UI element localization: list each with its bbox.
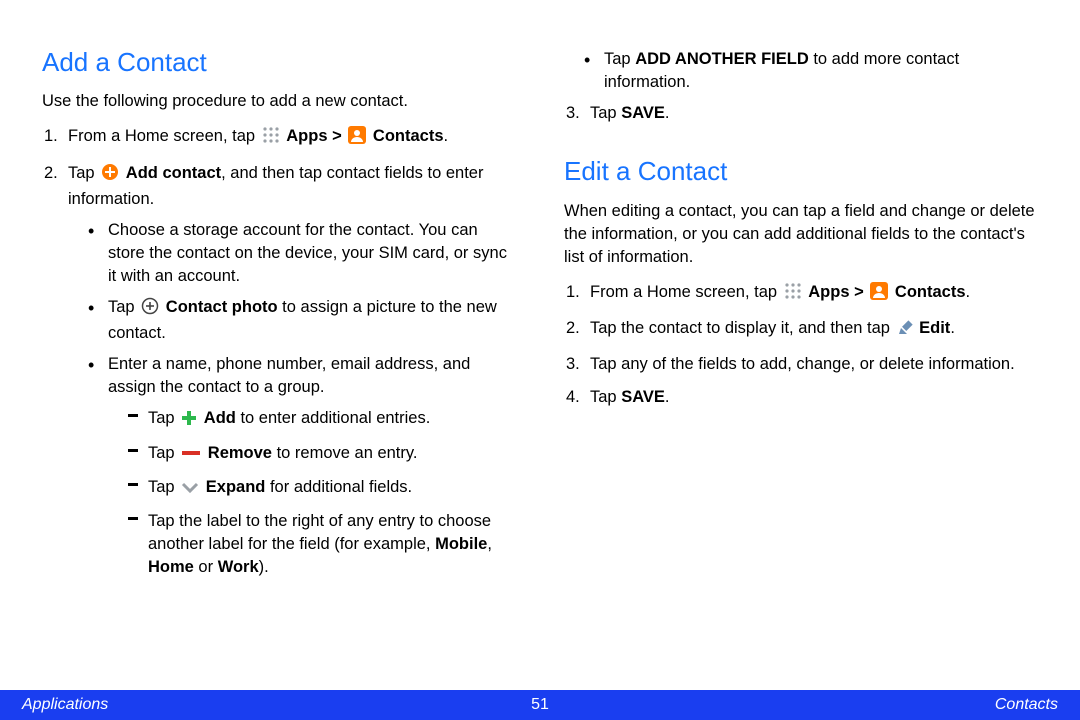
heading-edit-contact: Edit a Contact <box>564 153 1038 189</box>
page-number: 51 <box>531 696 549 714</box>
add-step-2: Tap Add contact, and then tap contact fi… <box>42 162 516 579</box>
text: Mobile <box>435 535 487 553</box>
apps-icon <box>262 126 280 151</box>
add-step-1: From a Home screen, tap Apps > Contacts. <box>42 125 516 151</box>
text: Tap the contact to display it, and then … <box>590 319 895 337</box>
edit-step-1: From a Home screen, tap Apps > Contacts. <box>564 281 1038 307</box>
dash-list: Tap Add to enter additional entries. Tap <box>108 407 516 579</box>
apps-label: Apps <box>808 283 849 301</box>
remove-label: Remove <box>208 444 272 462</box>
text: ). <box>259 558 269 576</box>
text: Tap <box>148 409 179 427</box>
text: Enter a name, phone number, email addres… <box>108 355 470 396</box>
add-steps: From a Home screen, tap Apps > Contacts.… <box>42 125 516 579</box>
plus-circle-orange-icon <box>101 163 119 188</box>
text: > <box>328 127 347 145</box>
text: . <box>966 283 971 301</box>
list-item: Tap ADD ANOTHER FIELD to add more contac… <box>584 48 1038 94</box>
list-item: Enter a name, phone number, email addres… <box>88 353 516 579</box>
edit-steps: From a Home screen, tap Apps > Contacts.… <box>564 281 1038 409</box>
page-footer: Applications 51 Contacts <box>0 690 1080 720</box>
text: From a Home screen, tap <box>68 127 260 145</box>
text: Tap <box>148 444 179 462</box>
save-label: SAVE <box>621 388 665 406</box>
left-column: Add a Contact Use the following procedur… <box>42 40 516 720</box>
text: From a Home screen, tap <box>590 283 782 301</box>
edit-label: Edit <box>919 319 950 337</box>
list-item: Tap Contact photo to assign a picture to… <box>88 296 516 345</box>
text: Tap <box>148 478 179 496</box>
apps-icon <box>784 282 802 307</box>
footer-right: Contacts <box>995 696 1058 714</box>
chevron-down-icon <box>181 479 199 502</box>
edit-step-4: Tap SAVE. <box>564 386 1038 409</box>
add-label: Add <box>204 409 236 427</box>
text: Tap any of the fields to add, change, or… <box>590 355 1015 373</box>
text: Tap <box>590 388 621 406</box>
expand-label: Expand <box>206 478 266 496</box>
add-contact-label: Add contact <box>126 164 221 182</box>
list-item: Choose a storage account for the contact… <box>88 219 516 288</box>
text: Tap <box>590 104 621 122</box>
text: Tap <box>604 50 635 68</box>
list-item: Tap Add to enter additional entries. <box>128 407 516 433</box>
contact-photo-label: Contact photo <box>166 298 278 316</box>
text: > <box>850 283 869 301</box>
plus-green-icon <box>181 410 197 433</box>
text: , <box>487 535 492 553</box>
contacts-icon <box>870 282 888 307</box>
text: Work <box>218 558 259 576</box>
list-item: Tap Expand for additional fields. <box>128 476 516 502</box>
add-step-3: Tap SAVE. <box>564 102 1038 125</box>
heading-add-contact: Add a Contact <box>42 44 516 80</box>
contacts-icon <box>348 126 366 151</box>
minus-red-icon <box>181 445 201 468</box>
continued-bullet: Tap ADD ANOTHER FIELD to add more contac… <box>564 48 1038 94</box>
contacts-label: Contacts <box>373 127 444 145</box>
list-item: Tap Remove to remove an entry. <box>128 442 516 468</box>
list-item: Tap the label to the right of any entry … <box>128 510 516 579</box>
manual-page: Add a Contact Use the following procedur… <box>0 0 1080 720</box>
text: Choose a storage account for the contact… <box>108 221 507 285</box>
add-step-3-list: Tap SAVE. <box>564 102 1038 125</box>
text: or <box>194 558 218 576</box>
text: for additional fields. <box>265 478 412 496</box>
apps-label: Apps <box>286 127 327 145</box>
text: to enter additional entries. <box>236 409 430 427</box>
text: . <box>444 127 449 145</box>
text: . <box>950 319 955 337</box>
pencil-icon <box>897 320 913 343</box>
contacts-label: Contacts <box>895 283 966 301</box>
text: . <box>665 104 670 122</box>
text: Home <box>148 558 194 576</box>
add-another-field-label: ADD ANOTHER FIELD <box>635 50 809 68</box>
text: . <box>665 388 670 406</box>
edit-step-3: Tap any of the fields to add, change, or… <box>564 353 1038 376</box>
footer-left: Applications <box>22 696 108 714</box>
right-column: Tap ADD ANOTHER FIELD to add more contac… <box>564 40 1038 720</box>
intro-add: Use the following procedure to add a new… <box>42 90 516 113</box>
edit-step-2: Tap the contact to display it, and then … <box>564 317 1038 343</box>
text: Tap <box>68 164 99 182</box>
text: to remove an entry. <box>272 444 418 462</box>
save-label: SAVE <box>621 104 665 122</box>
intro-edit: When editing a contact, you can tap a fi… <box>564 200 1038 269</box>
text: Tap <box>108 298 139 316</box>
plus-circle-outline-icon <box>141 297 159 322</box>
add-step-2-sublist: Choose a storage account for the contact… <box>68 219 516 579</box>
